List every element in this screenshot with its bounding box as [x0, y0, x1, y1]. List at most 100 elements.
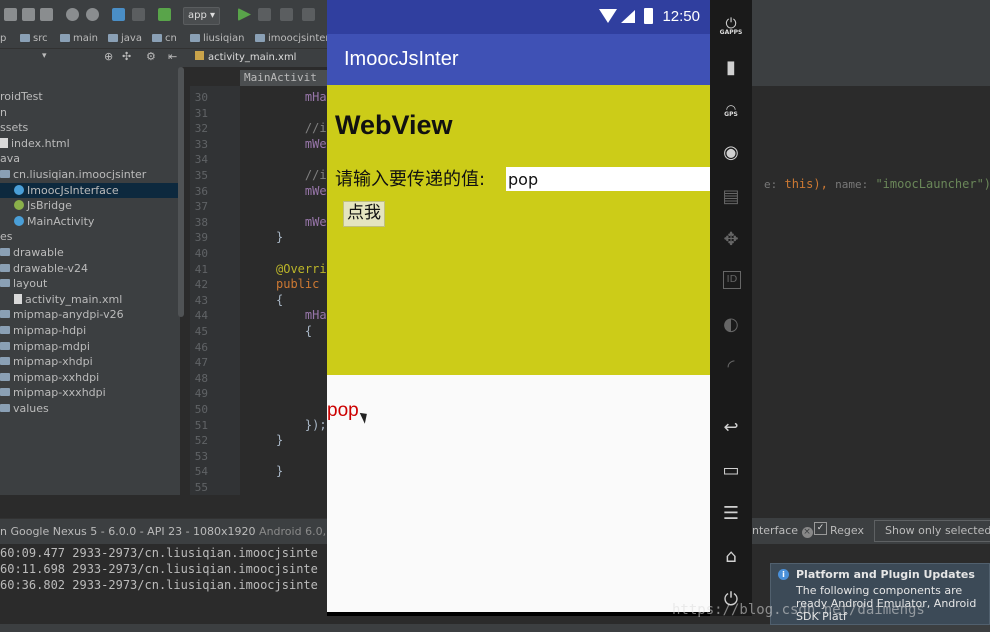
chevron-down-icon[interactable]: ▾ — [42, 51, 47, 61]
search-icon[interactable] — [66, 8, 79, 21]
breadcrumb-item[interactable]: liusiqian — [190, 32, 244, 46]
folder-icon — [0, 170, 10, 178]
home-icon[interactable]: ⌂ — [719, 545, 743, 569]
tree-item[interactable]: mipmap-mdpi — [0, 339, 90, 354]
tree-item[interactable]: layout — [0, 276, 47, 291]
code-line: mWe — [276, 136, 327, 151]
id-icon[interactable]: ID — [723, 271, 741, 289]
line-number: 31 — [194, 106, 208, 120]
file-icon — [14, 293, 22, 304]
tree-item[interactable]: JsBridge — [0, 198, 72, 213]
battery-icon — [644, 8, 653, 24]
battery-control-icon[interactable]: ▮ — [719, 56, 743, 80]
run-icon[interactable] — [238, 8, 251, 21]
undo-icon[interactable] — [4, 8, 17, 21]
breadcrumb-item[interactable]: cn — [152, 32, 177, 46]
tree-item[interactable]: cn.liusiqian.imoocjsinter — [0, 167, 146, 182]
tree-item[interactable]: mipmap-hdpi — [0, 323, 86, 338]
code-line: mHa — [276, 90, 327, 104]
capture-icon[interactable]: ▤ — [719, 185, 743, 209]
tree-item[interactable]: drawable-v24 — [0, 261, 88, 276]
breadcrumb-item[interactable]: p — [0, 32, 6, 46]
run-config-select[interactable]: app ▾ — [183, 7, 221, 25]
breadcrumb-item[interactable]: imoocjsinter — [255, 32, 330, 46]
tree-item-label: mipmap-anydpi-v26 — [13, 308, 124, 322]
menu-icon[interactable]: ☰ — [719, 502, 743, 526]
code-editor-right[interactable]: e: this), name: "imoocLauncher"); — [752, 86, 990, 495]
tree-item-label: mipmap-xxxhdpi — [13, 386, 106, 400]
target-icon[interactable]: ⊕ — [104, 50, 113, 63]
tree-item[interactable]: n — [0, 105, 7, 120]
device-selector[interactable]: n Google Nexus 5 - 6.0.0 - API 23 - 1080… — [0, 525, 337, 538]
copy-icon[interactable] — [22, 8, 35, 21]
tree-item-label: drawable-v24 — [13, 261, 88, 275]
code-line: } — [276, 230, 284, 245]
recents-icon[interactable]: ▭ — [719, 459, 743, 483]
tree-item[interactable]: mipmap-anydpi-v26 — [0, 307, 124, 322]
dpad-icon[interactable]: ✥ — [719, 228, 743, 252]
logcat-output[interactable]: 60:09.477 2933-2973/cn.liusiqian.imoocjs… — [0, 544, 330, 624]
method-breadcrumb[interactable]: MainActivit — [240, 70, 330, 86]
tree-item[interactable]: ImoocJsInterface — [0, 182, 180, 198]
folder-icon — [108, 34, 118, 42]
tree-item[interactable]: activity_main.xml — [0, 292, 122, 307]
rss-icon[interactable]: ◜ — [719, 355, 743, 379]
tree-item[interactable]: ava — [0, 151, 20, 166]
back-icon[interactable]: ↩ — [719, 416, 743, 440]
line-number: 49 — [194, 387, 208, 401]
gear-icon[interactable]: ⚙ — [146, 50, 156, 63]
tree-item[interactable]: mipmap-xhdpi — [0, 354, 93, 369]
tree-item[interactable]: index.html — [0, 136, 70, 151]
paste-icon[interactable] — [40, 8, 53, 21]
regex-checkbox[interactable]: ✓ — [814, 522, 827, 535]
code-line: //i — [276, 121, 327, 136]
line-number: 47 — [194, 356, 208, 370]
replace-icon[interactable] — [86, 8, 99, 21]
click-me-button[interactable]: 点我 — [343, 201, 385, 227]
tree-item[interactable]: values — [0, 401, 49, 416]
notification-title: Platform and Plugin Updates — [796, 568, 975, 581]
show-only-selected-select[interactable]: Show only selected — [874, 520, 990, 542]
tree-item[interactable]: roidTest — [0, 89, 43, 104]
breadcrumb-item[interactable]: java — [108, 32, 142, 46]
tab-activity-main-xml[interactable]: activity_main.xml — [195, 49, 296, 67]
clear-icon[interactable]: × — [801, 527, 813, 538]
attach-debugger-icon[interactable] — [280, 8, 293, 21]
webview-content: WebView 请输入要传递的值: 点我 — [327, 85, 710, 375]
tree-item[interactable]: drawable — [0, 245, 64, 260]
project-tree: roidTest n ssets index.html ava cn.liusiqian.… — [0, 67, 180, 495]
profile-icon[interactable] — [302, 8, 315, 21]
value-input[interactable] — [506, 167, 710, 191]
breadcrumb-item[interactable]: src — [20, 32, 48, 46]
tree-item[interactable]: es — [0, 229, 13, 244]
tree-item-label: ava — [0, 152, 20, 166]
tree-item[interactable]: MainActivity — [0, 214, 94, 229]
line-number: 43 — [194, 293, 208, 307]
hide-icon[interactable]: ⇤ — [168, 50, 177, 63]
media-icon[interactable]: ◐ — [719, 313, 743, 337]
folder-icon — [20, 34, 30, 42]
back-arrow-icon[interactable] — [112, 8, 125, 21]
collapse-icon[interactable]: ✣ — [122, 50, 131, 63]
tree-item-label: n — [0, 105, 7, 119]
filter-input[interactable]: nterface × — [752, 524, 813, 538]
forward-arrow-icon[interactable] — [132, 8, 145, 21]
breadcrumb-item[interactable]: main — [60, 32, 98, 46]
build-hammer-icon[interactable] — [158, 8, 171, 21]
project-tree-scrollbar[interactable] — [178, 67, 184, 317]
code-editor[interactable]: mHa //i mWe //i mWe mWe} @Overri public{ m… — [240, 86, 330, 495]
result-text: pop — [327, 400, 359, 421]
line-number: 32 — [194, 122, 208, 136]
breadcrumb: p src main java cn liusiqian imoocjsinte… — [0, 30, 330, 49]
app-title: ImoocJsInter — [344, 48, 459, 70]
camera-icon[interactable]: ◉ — [719, 141, 743, 165]
tree-item-label: MainActivity — [27, 214, 95, 228]
tree-item[interactable]: mipmap-xxxhdpi — [0, 385, 106, 400]
android-status-bar: 12:50 — [327, 0, 710, 34]
watermark: https://blog.csdn.net/daimengs — [672, 602, 925, 618]
debug-icon[interactable] — [258, 8, 271, 21]
tree-item[interactable]: mipmap-xxhdpi — [0, 370, 99, 385]
folder-icon — [0, 279, 10, 288]
tree-item[interactable]: ssets — [0, 120, 28, 135]
emulator-screen[interactable]: 12:50 ImoocJsInter WebView 请输入要传递的值: 点我 … — [327, 0, 710, 616]
